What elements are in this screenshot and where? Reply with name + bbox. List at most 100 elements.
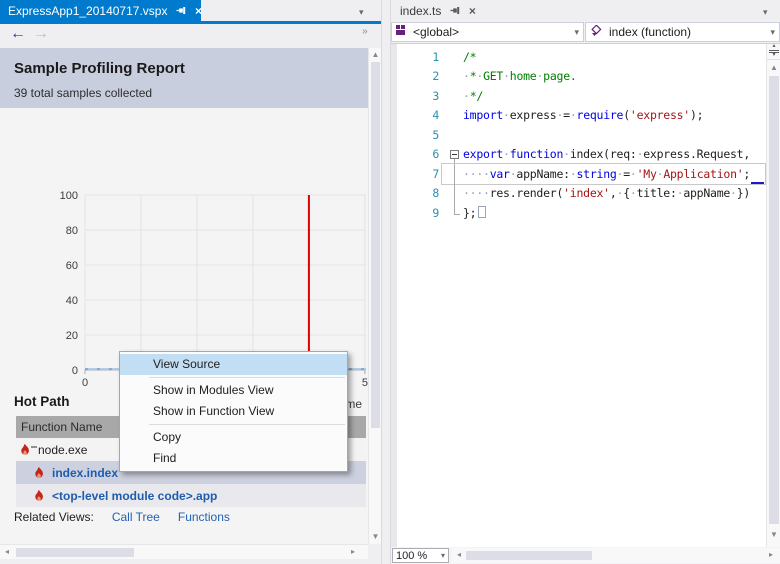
- pane-splitter[interactable]: [381, 0, 391, 564]
- code-line-9[interactable]: 9};: [391, 203, 766, 223]
- split-editor-grip[interactable]: ▴ ▾: [767, 43, 780, 60]
- editor-vertical-scrollbar[interactable]: ▴ ▾ ▲ ▼: [766, 43, 780, 547]
- svg-text:0: 0: [72, 365, 78, 377]
- tab-index-ts[interactable]: index.ts ×: [391, 0, 484, 21]
- toolbar-overflow-icon[interactable]: ››: [362, 26, 368, 37]
- line-number: 1: [432, 49, 439, 64]
- fold-margin: [447, 67, 463, 87]
- tab-list-caret-icon[interactable]: ▾: [763, 7, 768, 18]
- scroll-right-icon[interactable]: ▸: [766, 551, 776, 559]
- code-text: };: [463, 205, 487, 220]
- code-line-6[interactable]: 6 export·function·index(req:·express.Requ…: [391, 145, 766, 164]
- report-header-band: Sample Profiling Report 39 total samples…: [0, 48, 368, 108]
- code-line-7[interactable]: 7 ····var·appName:·string·=·'My·Applicati…: [391, 163, 766, 184]
- chevron-down-icon: ▾: [574, 26, 579, 37]
- text-caret: [751, 181, 764, 184]
- close-icon[interactable]: ×: [466, 5, 478, 17]
- editor-navigation-bar: <global> ▾ index (function) ▾: [391, 21, 780, 44]
- related-views-label: Related Views:: [14, 510, 94, 524]
- report-toolbar: ← → ››: [0, 24, 381, 48]
- scroll-right-icon[interactable]: ▸: [348, 548, 358, 556]
- chevron-down-icon: ▾: [770, 26, 775, 37]
- editor-status-bar: 100 % ▾ ◂ ▸: [391, 547, 780, 564]
- tab-list-caret-icon[interactable]: ▾: [359, 7, 364, 18]
- menu-item-view-source[interactable]: View Source: [120, 354, 347, 375]
- editor-horizontal-scrollbar[interactable]: ◂ ▸: [452, 548, 780, 563]
- chevron-down-icon: ▾: [440, 551, 445, 560]
- svg-text:40: 40: [66, 295, 78, 307]
- scroll-up-icon[interactable]: ▲: [767, 64, 780, 72]
- scroll-down-icon[interactable]: ▼: [767, 531, 780, 539]
- scrollbar-thumb[interactable]: [466, 551, 592, 560]
- vs-window: ExpressApp1_20140717.vspx × ▾ ← → ›› Sam…: [0, 0, 780, 564]
- line-number: 4: [432, 108, 439, 123]
- hot-path-row-top-level-module-code-app[interactable]: <top-level module code>.app: [16, 484, 366, 507]
- code-text: ·*/: [463, 88, 484, 103]
- pin-icon[interactable]: [449, 5, 461, 17]
- code-text: ·*·GET·home·page.: [463, 69, 577, 84]
- code-line-8[interactable]: 8 ····res.render('index',·{·title:·appNam…: [391, 183, 766, 204]
- function-name: node.exe: [38, 442, 88, 457]
- collapse-box-icon[interactable]: [450, 149, 459, 159]
- flame-icon: [34, 466, 47, 479]
- line-number: 3: [432, 88, 439, 103]
- fold-margin-start[interactable]: [447, 145, 463, 164]
- context-menu: View Source Show in Modules View Show in F…: [119, 351, 348, 472]
- function-name: <top-level module code>.app: [52, 488, 218, 503]
- line-number: 5: [432, 127, 439, 142]
- member-value: index (function): [609, 25, 692, 39]
- line-number: 7: [432, 166, 439, 181]
- line-number: 8: [432, 186, 439, 201]
- right-tab-strip: index.ts × ▾: [391, 0, 780, 21]
- line-number: 2: [432, 69, 439, 84]
- method-icon: [590, 23, 603, 40]
- svg-text:60: 60: [66, 260, 78, 272]
- fold-margin-mid: [447, 183, 463, 204]
- menu-item-show-in-modules-view[interactable]: Show in Modules View: [120, 380, 347, 401]
- menu-separator: [149, 424, 345, 425]
- code-text: import·express·=·require('express');: [463, 108, 704, 123]
- scrollbar-thumb[interactable]: [769, 76, 779, 524]
- scope-value: <global>: [413, 25, 460, 39]
- svg-text:20: 20: [66, 330, 78, 342]
- code-line-3[interactable]: 3 ·*/: [391, 86, 766, 106]
- left-horizontal-scrollbar[interactable]: ◂ ▸: [0, 544, 368, 559]
- link-call-tree[interactable]: Call Tree: [112, 510, 160, 524]
- end-of-buffer-marker: [478, 205, 487, 218]
- left-tab-strip: ExpressApp1_20140717.vspx × ▾: [0, 0, 381, 21]
- menu-item-copy[interactable]: Copy: [120, 427, 347, 448]
- process-flame-icon: [20, 443, 37, 456]
- member-dropdown[interactable]: index (function) ▾: [585, 22, 780, 42]
- tab-profiling-report[interactable]: ExpressApp1_20140717.vspx ×: [0, 0, 204, 21]
- scrollbar-thumb[interactable]: [16, 548, 134, 557]
- left-vertical-scrollbar[interactable]: ▲ ▼: [368, 48, 382, 544]
- related-views: Related Views: Call Tree Functions: [14, 510, 230, 524]
- scroll-left-icon[interactable]: ◂: [454, 551, 464, 559]
- code-text: ····var·appName:·string·=·'My·Applicatio…: [463, 166, 751, 181]
- back-arrow-icon[interactable]: ←: [10, 25, 26, 43]
- code-line-2[interactable]: 2 ·*·GET·home·page.: [391, 67, 766, 87]
- tab-title: index.ts: [400, 3, 442, 18]
- code-line-1[interactable]: 1 /*: [391, 47, 766, 67]
- link-functions[interactable]: Functions: [178, 510, 230, 524]
- fold-margin-mid: [447, 164, 463, 184]
- scope-dropdown[interactable]: <global> ▾: [391, 22, 584, 42]
- scrollbar-thumb[interactable]: [371, 62, 380, 428]
- scroll-left-icon[interactable]: ◂: [2, 548, 12, 556]
- fold-margin: [447, 86, 463, 106]
- pin-icon[interactable]: [175, 5, 187, 17]
- menu-item-show-in-function-view[interactable]: Show in Function View: [120, 401, 347, 422]
- menu-item-find[interactable]: Find: [120, 448, 347, 469]
- zoom-value: 100 %: [396, 549, 428, 562]
- code-editor[interactable]: 1 /* 2 ·*·GET·home·page. 3 ·*/ 4 import·express…: [391, 44, 766, 547]
- code-text: /*: [463, 49, 477, 64]
- close-icon[interactable]: ×: [192, 5, 204, 17]
- function-name: index.index: [52, 465, 119, 480]
- report-title: Sample Profiling Report: [14, 60, 185, 77]
- svg-text:100: 100: [60, 190, 78, 202]
- code-line-5[interactable]: 5: [391, 125, 766, 145]
- menu-separator: [149, 377, 345, 378]
- zoom-level-dropdown[interactable]: 100 % ▾: [392, 548, 449, 563]
- tab-title: ExpressApp1_20140717.vspx: [8, 3, 168, 18]
- code-line-4[interactable]: 4 import·express·=·require('express');: [391, 106, 766, 126]
